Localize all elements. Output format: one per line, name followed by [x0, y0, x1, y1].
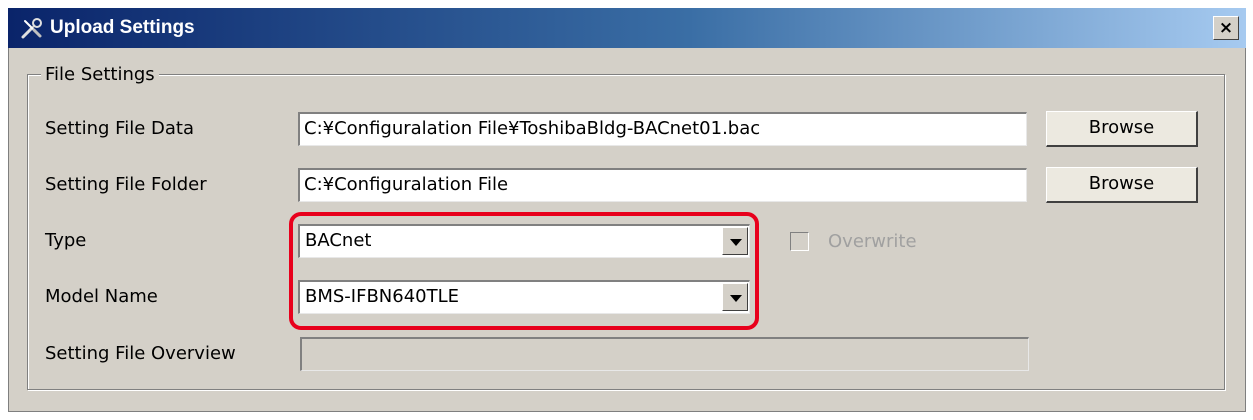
type-label: Type [45, 230, 87, 251]
highlight-annotation [289, 212, 759, 330]
setting-file-data-browse-button[interactable]: Browse [1046, 111, 1198, 147]
wrench-screwdriver-icon [21, 18, 42, 39]
model-name-label: Model Name [45, 286, 158, 307]
close-button[interactable]: × [1213, 16, 1239, 40]
overwrite-label: Overwrite [828, 231, 917, 252]
overwrite-checkbox[interactable] [790, 232, 809, 251]
file-settings-legend: File Settings [41, 63, 159, 87]
setting-file-folder-label: Setting File Folder [45, 174, 207, 195]
setting-file-data-label: Setting File Data [45, 118, 194, 139]
setting-file-overview-field [300, 337, 1029, 371]
setting-file-folder-field[interactable]: C:¥Configuralation File [298, 168, 1027, 202]
window-title: Upload Settings [50, 17, 195, 38]
title-bar[interactable]: Upload Settings × [8, 8, 1246, 48]
setting-file-overview-label: Setting File Overview [45, 343, 236, 364]
setting-file-folder-browse-button[interactable]: Browse [1046, 167, 1198, 203]
setting-file-data-field[interactable]: C:¥Configuralation File¥ToshibaBldg-BACn… [298, 112, 1027, 146]
